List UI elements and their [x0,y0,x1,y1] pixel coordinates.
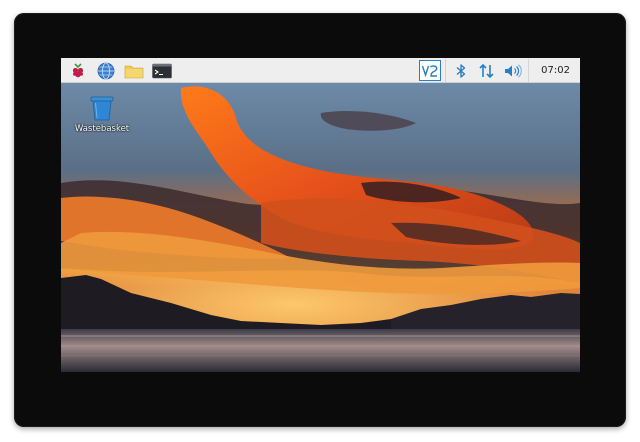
desktop-icon-wastebasket[interactable]: Wastebasket [67,94,137,134]
clock[interactable]: 07:02 [533,60,576,81]
desktop-wallpaper [61,83,580,372]
terminal-icon [152,63,172,78]
tray-separator [528,59,530,82]
terminal-button[interactable] [151,60,173,81]
desktop-icon-label: Wastebasket [74,124,130,134]
vnc-icon [422,64,438,77]
desktop-screen: 07:02 Wastebasket [61,58,580,372]
network-arrows-icon [479,63,494,78]
volume-button[interactable] [502,60,524,81]
file-manager-button[interactable] [123,60,145,81]
taskbar: 07:02 [61,58,580,83]
vnc-button[interactable] [419,60,442,81]
web-browser-button[interactable] [95,60,117,81]
system-tray: 07:02 [419,59,576,82]
tray-separator [445,59,447,82]
network-button[interactable] [476,60,498,81]
web-browser-icon [97,62,115,79]
taskbar-launchers [67,60,173,81]
bluetooth-icon [456,63,466,78]
file-manager-icon [124,65,144,78]
main-menu-button[interactable] [67,60,89,81]
raspberry-menu-icon [72,62,84,77]
wastebasket-icon [90,96,114,121]
bluetooth-button[interactable] [450,60,472,81]
volume-icon [505,63,522,78]
